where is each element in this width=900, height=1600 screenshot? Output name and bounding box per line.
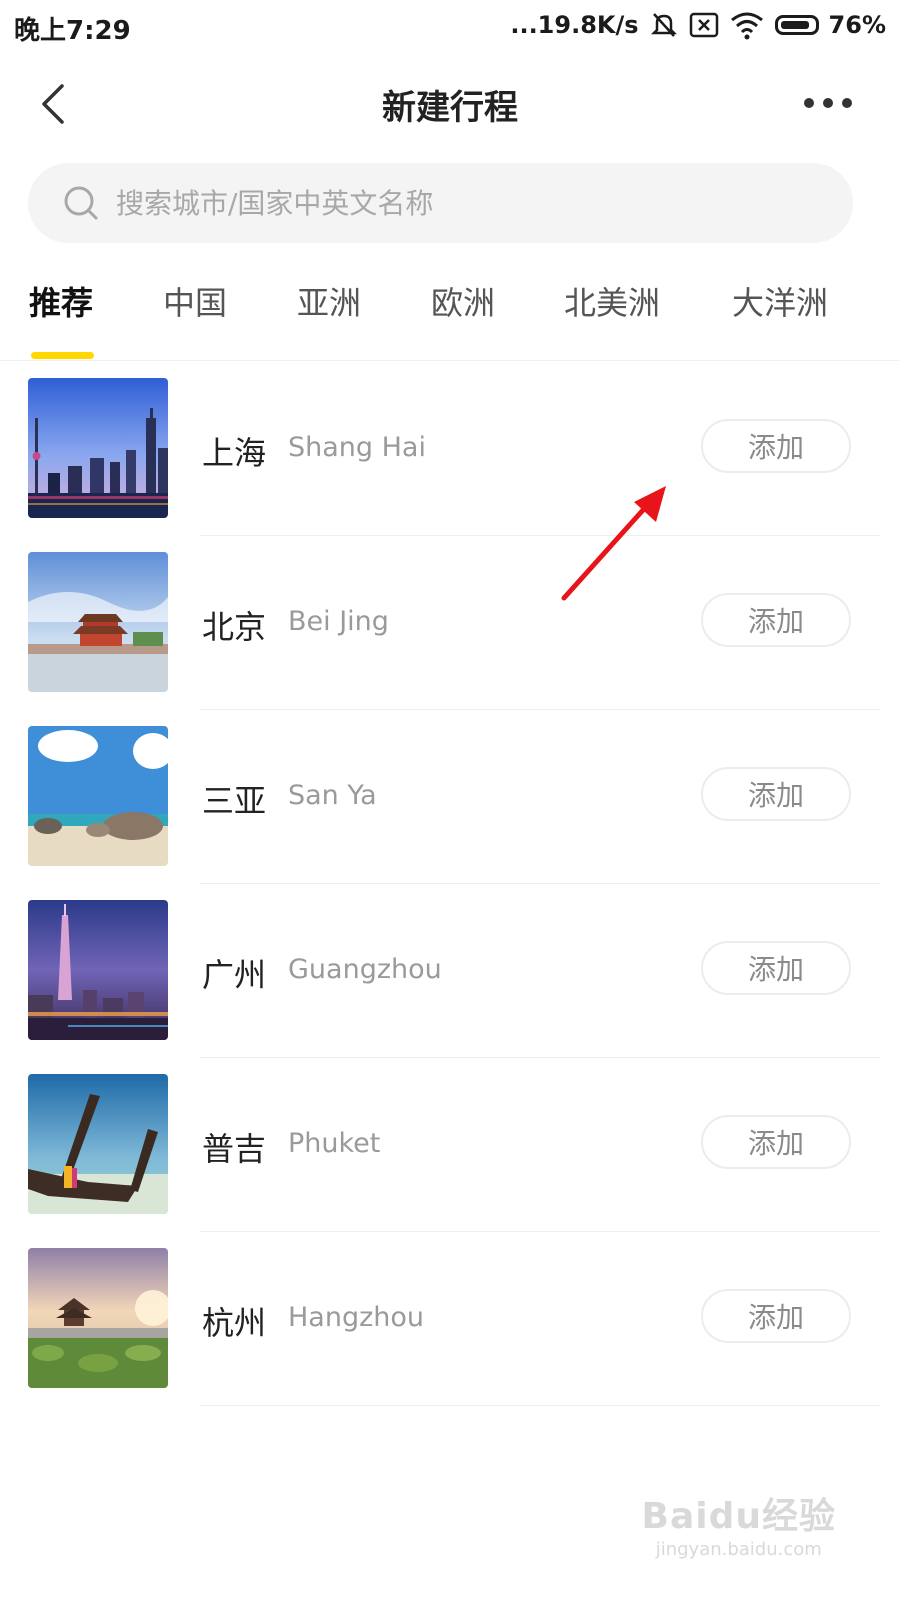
status-bar: 晚上7:29 ...19.8K/s 76%: [0, 0, 900, 56]
tab-north-america[interactable]: 北美洲: [564, 278, 660, 324]
search-bar[interactable]: [28, 163, 853, 243]
city-thumbnail: [28, 1248, 168, 1388]
list-item[interactable]: 广州 Guangzhou 添加: [0, 884, 900, 1058]
city-name-cn: 普吉: [202, 1130, 267, 1168]
status-icons: ...19.8K/s 76%: [510, 10, 886, 40]
mute-bell-icon: [650, 13, 677, 37]
sim-error-icon: [689, 12, 718, 38]
tab-china[interactable]: 中国: [163, 278, 227, 324]
tab-europe[interactable]: 欧洲: [431, 278, 495, 324]
status-time: 晚上7:29: [14, 16, 131, 46]
city-name-en: Guangzhou: [288, 954, 442, 985]
wifi-icon: [730, 12, 763, 40]
add-button[interactable]: 添加: [701, 419, 851, 473]
tab-oceania[interactable]: 大洋洲: [732, 278, 828, 324]
add-button[interactable]: 添加: [701, 1115, 851, 1169]
city-thumbnail: [28, 1074, 168, 1214]
add-button[interactable]: 添加: [701, 1289, 851, 1343]
city-list: 上海 Shang Hai 添加 北京 Bei Jing 添加 三亚 San Ya…: [0, 362, 900, 1406]
list-item[interactable]: 三亚 San Ya 添加: [0, 710, 900, 884]
city-name-en: Bei Jing: [288, 606, 389, 637]
city-name-cn: 上海: [202, 434, 267, 472]
city-name-en: Phuket: [288, 1128, 381, 1159]
city-name-en: San Ya: [288, 780, 377, 811]
city-name-en: Hangzhou: [288, 1302, 425, 1333]
battery-icon: [774, 15, 819, 35]
network-speed: ...19.8K/s: [510, 11, 639, 39]
city-name-cn: 广州: [202, 956, 267, 994]
add-button[interactable]: 添加: [701, 593, 851, 647]
search-input[interactable]: [114, 185, 778, 221]
city-name-en: Shang Hai: [288, 432, 426, 463]
annotation-arrow-icon: [561, 486, 666, 601]
city-thumbnail: [28, 900, 168, 1040]
city-thumbnail: [28, 378, 168, 518]
watermark: Baidu经验 jingyan.baidu.com: [642, 1487, 836, 1560]
city-thumbnail: [28, 726, 168, 866]
list-item[interactable]: 北京 Bei Jing 添加: [0, 536, 900, 710]
more-options-icon[interactable]: [804, 88, 852, 118]
city-thumbnail: [28, 552, 168, 692]
list-item[interactable]: 杭州 Hangzhou 添加: [0, 1232, 900, 1406]
list-item[interactable]: 上海 Shang Hai 添加: [0, 362, 900, 536]
city-name-cn: 北京: [202, 608, 267, 646]
add-button[interactable]: 添加: [701, 767, 851, 821]
tab-recommended[interactable]: 推荐: [29, 278, 93, 324]
city-name-cn: 杭州: [202, 1304, 267, 1342]
search-icon: [64, 186, 98, 220]
watermark-logo: Baidu经验: [641, 1496, 836, 1537]
divider: [200, 1405, 880, 1406]
active-tab-indicator: [31, 352, 94, 359]
list-item[interactable]: 普吉 Phuket 添加: [0, 1058, 900, 1232]
battery-level: 76%: [828, 11, 886, 39]
city-name-cn: 三亚: [202, 782, 267, 820]
add-button[interactable]: 添加: [701, 941, 851, 995]
nav-bar: 新建行程: [0, 60, 900, 150]
tab-asia[interactable]: 亚洲: [297, 278, 361, 324]
page-title: 新建行程: [382, 88, 518, 128]
region-tabs: 推荐 中国 亚洲 欧洲 北美洲 大洋洲: [0, 278, 900, 361]
watermark-url: jingyan.baidu.com: [655, 1539, 822, 1560]
